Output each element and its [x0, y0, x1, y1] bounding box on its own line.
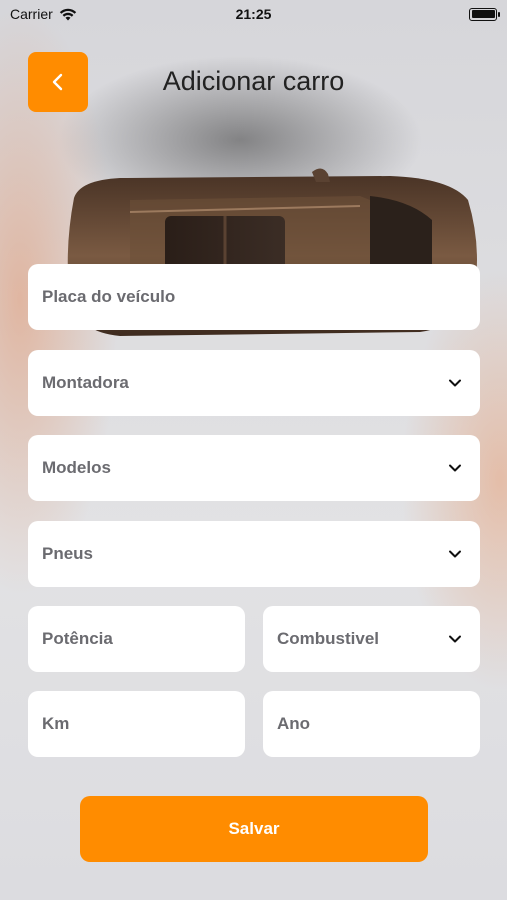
year-input[interactable]: Ano — [263, 691, 480, 757]
save-button[interactable]: Salvar — [80, 796, 428, 862]
page-title: Adicionar carro — [162, 66, 345, 96]
models-select[interactable]: Modelos — [28, 435, 480, 501]
maker-placeholder: Montadora — [42, 373, 129, 392]
year-placeholder: Ano — [277, 714, 311, 733]
wifi-icon — [59, 8, 76, 20]
battery-icon — [469, 7, 500, 21]
fuel-placeholder: Combustivel — [277, 629, 380, 648]
km-input[interactable]: Km — [28, 691, 245, 757]
chevron-down-icon — [449, 635, 461, 643]
status-bar: Carrier 21:25 — [0, 0, 507, 28]
plate-placeholder: Placa do veículo — [42, 287, 176, 306]
maker-select[interactable]: Montadora — [28, 350, 480, 416]
power-input[interactable]: Potência — [28, 606, 245, 672]
plate-input[interactable]: Placa do veículo — [28, 264, 480, 330]
models-placeholder: Modelos — [42, 458, 111, 477]
tires-placeholder: Pneus — [42, 544, 94, 563]
km-placeholder: Km — [42, 714, 70, 733]
power-placeholder: Potência — [42, 629, 113, 648]
chevron-down-icon — [449, 464, 461, 472]
fuel-select[interactable]: Combustivel — [263, 606, 480, 672]
tires-select[interactable]: Pneus — [28, 521, 480, 587]
chevron-down-icon — [449, 550, 461, 558]
carrier-label: Carrier — [10, 6, 53, 22]
chevron-down-icon — [449, 379, 461, 387]
